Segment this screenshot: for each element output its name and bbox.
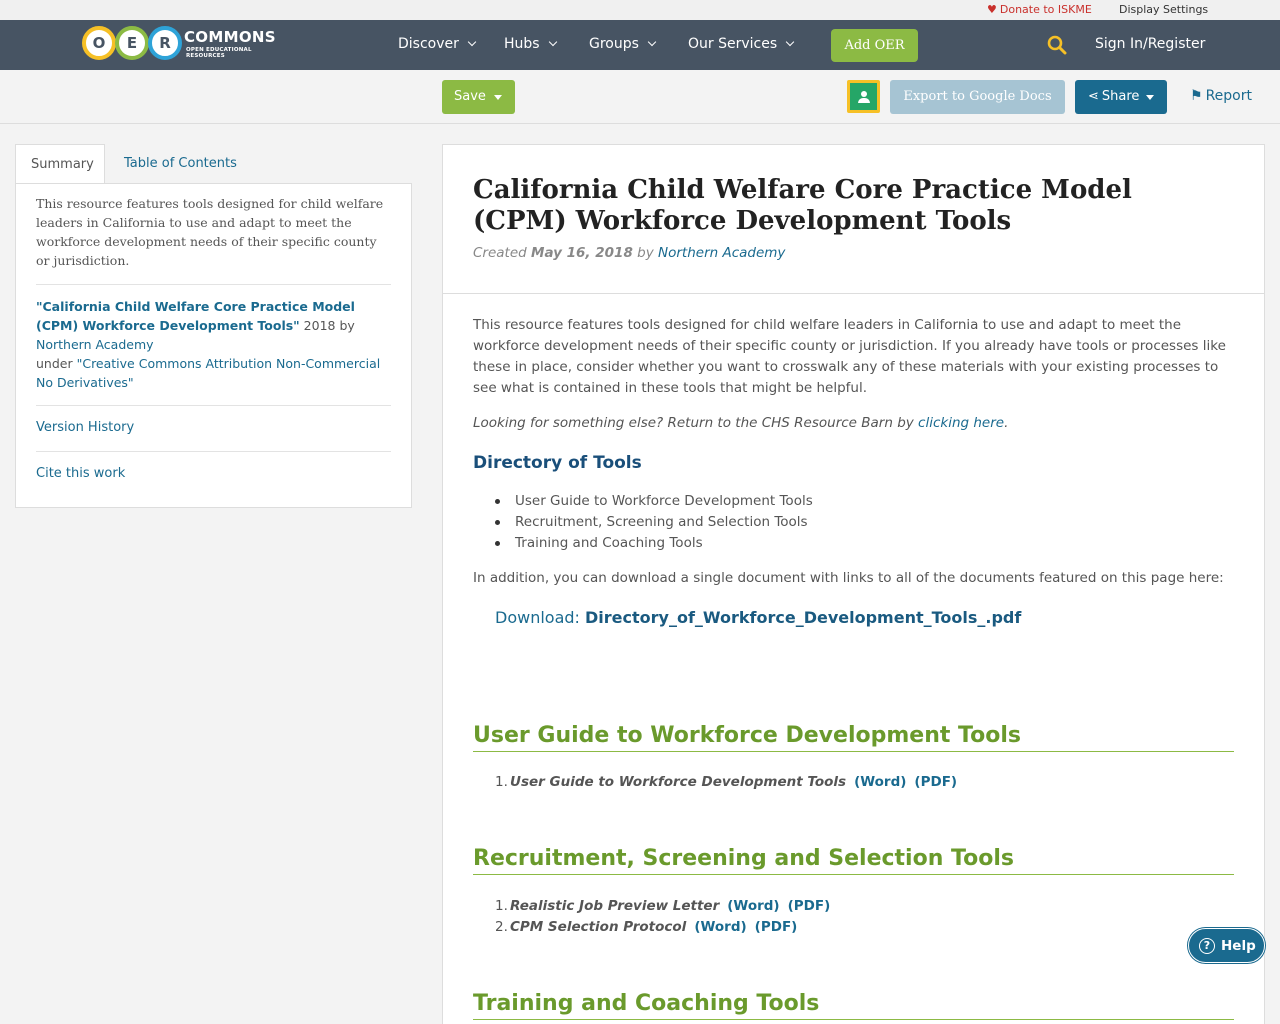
list-item: User Guide to Workforce Development Tool… — [495, 491, 813, 512]
intro-paragraph: This resource features tools designed fo… — [473, 317, 1226, 396]
looking-period: . — [1004, 415, 1009, 431]
addition-paragraph: In addition, you can download a single d… — [473, 570, 1224, 586]
nav-our-services-label: Our Services — [688, 36, 778, 52]
caret-down-icon — [1146, 95, 1154, 100]
section-heading: Recruitment, Screening and Selection Too… — [473, 844, 1234, 875]
display-settings-link[interactable]: Display Settings — [1119, 3, 1208, 16]
created-label: Created — [473, 245, 532, 261]
resource-content-panel: California Child Welfare Core Practice M… — [442, 144, 1265, 1024]
directory-list: User Guide to Workforce Development Tool… — [495, 491, 813, 554]
item-title: CPM Selection Protocol — [510, 919, 687, 935]
license-link[interactable]: "Creative Commons Attribution Non-Commer… — [36, 356, 380, 390]
logo-letter-o: O — [82, 26, 116, 60]
list-item: 1. Realistic Job Preview Letter (Word) (PDF… — [495, 896, 830, 917]
item-number: 1. — [495, 898, 508, 914]
divider — [36, 405, 391, 406]
directory-heading: Directory of Tools — [473, 453, 642, 473]
oer-commons-logo[interactable]: O E R COMMONS OPEN EDUCATIONAL RESOURCES — [82, 26, 287, 64]
version-history-link[interactable]: Version History — [36, 420, 134, 435]
list-item: Recruitment, Screening and Selection Too… — [495, 512, 813, 533]
attribution: "California Child Welfare Core Practice … — [36, 297, 391, 392]
attribution-year: 2018 by — [299, 318, 355, 333]
download-filename: Directory_of_Workforce_Development_Tools… — [585, 608, 1022, 627]
add-oer-button[interactable]: Add OER — [831, 29, 918, 62]
save-button[interactable]: Save — [442, 80, 515, 114]
help-button[interactable]: ? Help — [1188, 928, 1265, 963]
looking-paragraph: Looking for something else? Return to th… — [473, 413, 1243, 434]
by-label: by — [632, 245, 658, 261]
created-date: May 16, 2018 — [531, 245, 633, 261]
share-label: Share — [1101, 89, 1140, 104]
pdf-link[interactable]: (PDF) — [914, 774, 957, 790]
chevron-down-icon — [548, 37, 557, 47]
word-link[interactable]: (Word) — [854, 774, 906, 790]
list-item: Training and Coaching Tools — [495, 533, 813, 554]
cite-this-work-link[interactable]: Cite this work — [36, 466, 125, 481]
download-link[interactable]: Download: Directory_of_Workforce_Develop… — [495, 608, 1021, 627]
sign-in-register-link[interactable]: Sign In/Register — [1095, 36, 1205, 52]
divider — [36, 451, 391, 452]
download-label: Download: — [495, 608, 586, 627]
share-icon: ⋖ — [1088, 89, 1099, 104]
report-button[interactable]: ⚑ Report — [1190, 88, 1252, 104]
word-link[interactable]: (Word) — [694, 919, 746, 935]
search-icon[interactable] — [1047, 35, 1067, 55]
main-nav: O E R COMMONS OPEN EDUCATIONAL RESOURCES… — [0, 20, 1280, 70]
nav-groups[interactable]: Groups — [589, 36, 657, 52]
word-link[interactable]: (Word) — [727, 898, 779, 914]
resource-title: California Child Welfare Core Practice M… — [473, 175, 1132, 236]
heart-icon: ♥ — [987, 3, 997, 16]
section-heading: User Guide to Workforce Development Tool… — [473, 721, 1234, 752]
logo-letter-r: R — [148, 26, 182, 60]
chevron-down-icon — [467, 37, 477, 47]
tab-summary[interactable]: Summary — [15, 144, 105, 184]
question-icon: ? — [1199, 938, 1215, 954]
export-google-docs-button[interactable]: Export to Google Docs — [890, 80, 1065, 114]
pdf-link[interactable]: (PDF) — [755, 919, 798, 935]
summary-text: This resource features tools designed fo… — [36, 196, 384, 268]
google-classroom-icon[interactable] — [847, 80, 880, 113]
nav-discover[interactable]: Discover — [398, 36, 477, 52]
logo-tagline: OPEN EDUCATIONAL RESOURCES — [186, 47, 252, 59]
utility-bar: ♥ Donate to ISKME Display Settings — [0, 0, 1280, 20]
attribution-author-link[interactable]: Northern Academy — [36, 337, 154, 352]
section-heading: Training and Coaching Tools — [473, 989, 1234, 1020]
resource-toolbar: Save Export to Google Docs ⋖ Share ⚑ Repor… — [0, 70, 1280, 124]
divider — [36, 284, 391, 285]
chevron-down-icon — [647, 37, 657, 47]
resource-meta: Created May 16, 2018 by Northern Academy — [473, 245, 785, 261]
nav-our-services[interactable]: Our Services — [688, 36, 795, 52]
sidebar-tabs: Summary Table of Contents — [15, 144, 412, 184]
sidebar-summary-panel: This resource features tools designed fo… — [15, 183, 412, 508]
nav-groups-label: Groups — [589, 36, 639, 52]
clicking-here-link[interactable]: clicking here — [918, 415, 1004, 431]
item-number: 1. — [495, 774, 508, 790]
tab-table-of-contents[interactable]: Table of Contents — [109, 144, 252, 184]
report-label: Report — [1205, 88, 1252, 104]
looking-text: Looking for something else? Return to th… — [473, 415, 919, 431]
nav-discover-label: Discover — [398, 36, 459, 52]
flag-icon: ⚑ — [1190, 88, 1203, 104]
donate-link[interactable]: ♥ Donate to ISKME — [987, 3, 1092, 16]
list-item: 1. User Guide to Workforce Development To… — [495, 772, 957, 793]
caret-down-icon — [494, 95, 502, 100]
nav-hubs-label: Hubs — [504, 36, 540, 52]
save-label: Save — [454, 89, 486, 104]
attribution-under: under — [36, 356, 77, 371]
share-button[interactable]: ⋖ Share — [1075, 80, 1167, 114]
help-label: Help — [1221, 938, 1256, 954]
logo-wordmark: COMMONS — [184, 28, 276, 46]
item-number: 2. — [495, 919, 508, 935]
item-title: Realistic Job Preview Letter — [510, 898, 720, 914]
pdf-link[interactable]: (PDF) — [788, 898, 831, 914]
item-title: User Guide to Workforce Development Tool… — [510, 774, 847, 790]
author-link[interactable]: Northern Academy — [658, 245, 785, 261]
donate-label: Donate to ISKME — [999, 3, 1092, 16]
list-item: 2. CPM Selection Protocol (Word) (PDF) — [495, 917, 797, 938]
nav-hubs[interactable]: Hubs — [504, 36, 557, 52]
logo-letter-e: E — [115, 26, 149, 60]
chevron-down-icon — [785, 37, 795, 47]
divider — [443, 293, 1264, 294]
